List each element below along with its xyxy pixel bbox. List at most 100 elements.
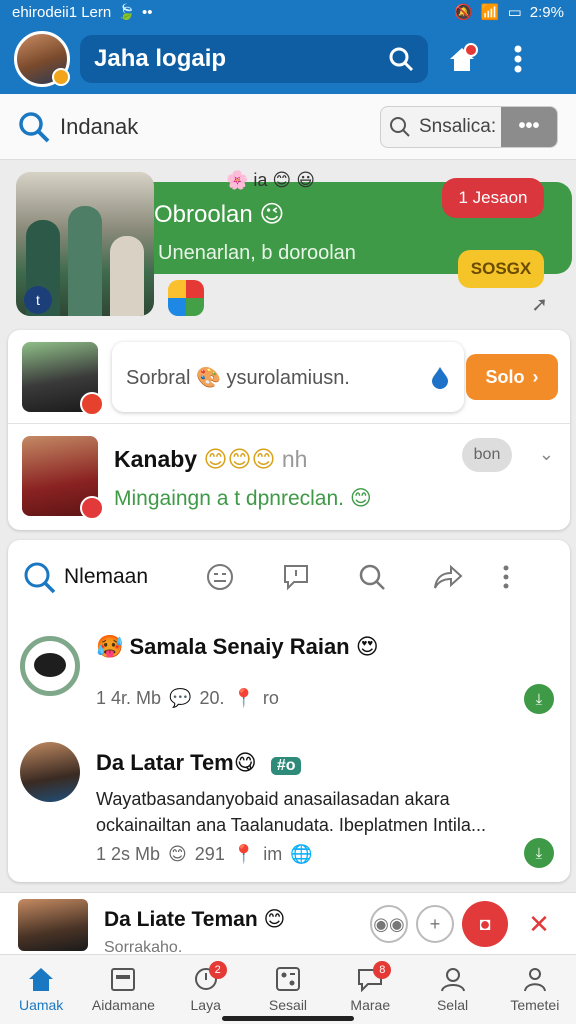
contact-row[interactable]: Kanaby 😊😊😊 nh Mingaingn a t dpnreclan. 😊… [8,424,570,530]
open-post-button[interactable]: ⤓ [524,684,554,714]
post-extra: im [263,844,283,864]
contact-pill[interactable]: bon [462,438,512,472]
post-title: 🥵 Samala Senaiy Raian 😍 [96,634,379,659]
add-icon[interactable]: + [416,905,454,943]
nav-item-notifications[interactable]: 2 Laya [165,955,247,1024]
post-body-line: Wayatbasandanyobaid anasailasadan akara [96,789,450,809]
composer-card: Sorbral 🎨 ysurolamiusn. Solo › Kanaby 😊😊… [8,330,570,530]
wifi-icon: 📶 [480,4,500,21]
person-icon [520,965,550,993]
avatar[interactable] [22,342,104,416]
nav-item-chat[interactable]: 8 Marae [329,955,411,1024]
nav-label: Selal [436,997,469,1013]
nav-item-person[interactable]: Temetei [494,955,576,1024]
chevron-down-icon[interactable]: ⌄ [539,444,554,465]
nav-label: Uamak [18,997,64,1013]
mute-icon: 🔕 [454,4,473,21]
battery-icon: ▭ [507,4,522,21]
comment-icon[interactable] [268,555,324,599]
calendar-icon [108,965,138,993]
avatar [20,742,80,802]
face-icon[interactable]: ◉◉ [370,905,408,943]
notification-icon: 2 [191,961,227,993]
location-icon: 📍 [232,688,255,708]
notification-dot [464,43,478,57]
app-bar: Jaha logaip [0,24,576,94]
search-icon[interactable] [344,555,400,599]
home-icon [26,965,56,993]
tag-icon: t [24,286,52,314]
comment-icon: 💬 [169,688,192,708]
mini-chat-bar[interactable]: Da Liate Teman 😊 Sorrakaho. ◉◉ + ◘ ✕ [0,892,576,956]
post-meta: 1 2s Mb 😊 291 📍 im 🌐 [96,844,313,865]
send-button[interactable]: Solo › [466,354,558,400]
location-icon: 📍 [232,844,256,864]
post-title-text: Da Latar Tem😋 [96,750,257,775]
post-count: 20. [199,688,225,708]
list-item[interactable]: 🥵 Samala Senaiy Raian 😍 1 4r. Mb 💬 20. 📍… [8,624,570,724]
more-vert-icon [514,45,522,73]
globe-icon: 🌐 [290,844,313,864]
avatar [20,636,80,696]
post-extra: ro [262,688,279,708]
status-left-text: ehirodeii1 Lern [12,3,112,21]
avatar-badge [80,496,104,520]
more-vert-icon[interactable] [496,555,516,599]
nav-item-profile[interactable]: Selal [411,955,493,1024]
status-time: 2:9% [529,3,564,21]
open-post-button[interactable]: ⤓ [524,838,554,868]
nav-item-home[interactable]: Uamak [0,955,82,1024]
promo-emoji-row: 🌸 ia 😊 😃 [226,170,315,190]
home-button[interactable] [440,37,484,81]
list-item[interactable]: Da Latar Tem😋 #o Wayatbasandanyobaid ana… [8,736,570,876]
search-placeholder: Snsalica: [419,115,497,137]
nav-label: Aidamane [91,997,155,1013]
overflow-menu-button[interactable] [496,37,540,81]
record-button[interactable]: ◘ [462,901,508,947]
title-search-pill[interactable]: Jaha logaip [80,35,428,83]
search-icon[interactable] [388,46,414,72]
search-input[interactable]: Snsalica: ••• [380,105,558,148]
nav-item-grid[interactable]: Sesail [247,955,329,1024]
nav-label: Sesail [268,997,308,1013]
promo-subtitle: Unenarlan, b doroolan [158,242,356,264]
nav-label: Temetei [510,997,560,1013]
contact-message: Mingaingn a t dpnreclan. 😊 [114,487,372,510]
promo-yellow-pill[interactable]: SOSGX [458,250,544,288]
search-icon [390,116,410,137]
profile-avatar[interactable] [14,31,70,87]
avatar-badge [80,392,104,416]
smile-icon: 😊 [168,844,187,864]
post-title: Da Latar Tem😋 #o [96,750,302,776]
home-indicator[interactable] [222,1016,354,1021]
app-title: Jaha logaip [94,45,227,72]
avatar [22,436,104,520]
drop-icon[interactable] [430,365,450,389]
feed-tab-label[interactable]: Nlemaan [64,565,172,589]
person-figure [68,206,102,316]
post-meta: 1 4r. Mb 💬 20. 📍 ro [96,688,279,709]
contact-emojis: 😊😊😊 [203,446,276,472]
nav-item-calendar[interactable]: Aidamane [82,955,164,1024]
promo-banner[interactable]: Obroolan 😉 Unenarlan, b doroolan 🌸 ia 😊 … [12,168,572,320]
search-icon[interactable] [18,111,50,143]
apps-icon[interactable] [168,280,204,316]
search-icon[interactable] [22,560,56,594]
close-icon[interactable]: ✕ [520,905,558,943]
avatar-badge [52,68,70,86]
face-icon[interactable] [192,555,248,599]
post-tag: #o [270,757,302,775]
promo-red-pill[interactable]: 1 Jesaon [442,178,544,218]
profile-icon [438,965,468,993]
more-button[interactable]: ••• [501,106,557,147]
leaf-icon: 🍃 [117,4,136,21]
nav-badge: 8 [373,961,392,979]
person-figure [110,236,144,316]
message-input[interactable]: Sorbral 🎨 ysurolamiusn. [112,342,464,412]
share-icon[interactable] [420,555,476,599]
status-bar: ehirodeii1 Lern 🍃 •• 🔕 📶 ▭ 2:9% [0,0,576,24]
share-icon[interactable]: ➚ [531,292,548,317]
post-time: 1 4r. Mb [96,688,162,708]
avatar [18,899,88,951]
message-placeholder: Sorbral 🎨 ysurolamiusn. [126,366,350,389]
